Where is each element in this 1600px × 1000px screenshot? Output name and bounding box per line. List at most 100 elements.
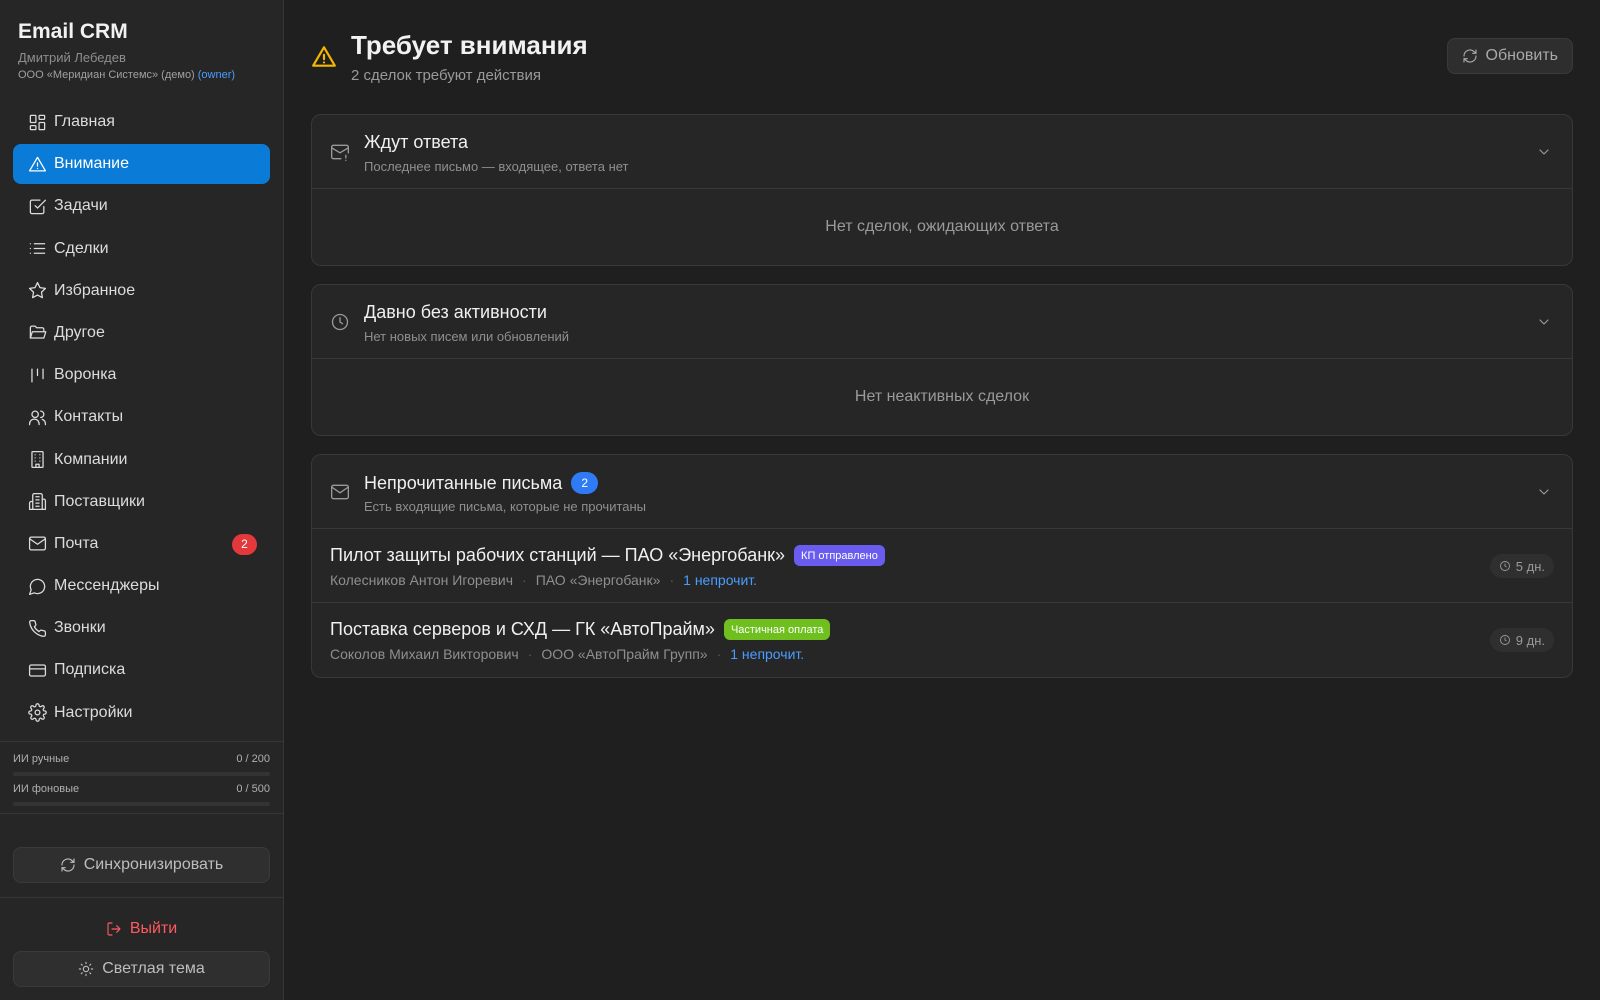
warning-icon [27, 154, 47, 174]
refresh-icon [61, 858, 75, 872]
quota-label: ИИ ручные [13, 753, 70, 765]
sidebar-nav: Главная Внимание Задачи Сделки Избранное… [13, 102, 270, 735]
sidebar-item-label: Компании [54, 450, 128, 468]
sidebar-divider [0, 813, 284, 814]
warning-icon [311, 44, 337, 70]
sidebar-item-attention[interactable]: Внимание [13, 144, 270, 185]
kanban-icon [27, 365, 47, 385]
chevron-down-icon[interactable] [1536, 484, 1552, 500]
section-inactive: Давно без активности Нет новых писем или… [311, 284, 1573, 436]
separator-dot: · [716, 646, 722, 662]
deal-row[interactable]: Пилот защиты рабочих станций — ПАО «Энер… [312, 529, 1572, 603]
sidebar-item-contacts[interactable]: Контакты [13, 397, 270, 437]
clock-icon [330, 312, 350, 332]
brand: Email CRM Дмитрий Лебедев ООО «Меридиан … [18, 20, 235, 81]
role-label: (owner) [197, 69, 236, 81]
deal-title: Поставка серверов и СХД — ГК «АвтоПрайм»… [330, 619, 831, 640]
section-unread: Непрочитанные письма 2 Есть входящие пись… [311, 454, 1573, 678]
section-title-label: Непрочитанные письма [364, 472, 563, 493]
sidebar-item-suppliers[interactable]: Поставщики [13, 482, 270, 522]
page-title: Требует внимания [351, 30, 588, 60]
deal-contact: Соколов Михаил Викторович [330, 646, 519, 662]
logout-button[interactable]: Выйти [13, 916, 270, 942]
sidebar-item-label: Контакты [54, 408, 124, 426]
deal-title-label: Пилот защиты рабочих станций — ПАО «Энер… [330, 545, 786, 565]
factory-icon [27, 492, 47, 512]
sidebar-item-home[interactable]: Главная [13, 102, 270, 142]
quota-value: 0 / 200 [236, 753, 270, 765]
sidebar-item-funnel[interactable]: Воронка [13, 355, 270, 395]
card-icon [27, 660, 47, 680]
sidebar-item-calls[interactable]: Звонки [13, 608, 270, 648]
section-header[interactable]: Давно без активности Нет новых писем или… [312, 285, 1572, 359]
sidebar-item-mail[interactable]: Почта 2 [13, 524, 270, 564]
sidebar-item-subscription[interactable]: Подписка [13, 650, 270, 690]
chevron-down-icon[interactable] [1536, 314, 1552, 330]
deal-status-tag: Частичная оплата [723, 619, 831, 640]
sidebar-item-label: Поставщики [54, 492, 145, 510]
quota-ai-manual: ИИ ручные 0 / 200 [13, 753, 270, 776]
sync-button[interactable]: Синхронизировать [13, 847, 270, 883]
refresh-button[interactable]: Обновить [1446, 38, 1573, 74]
clock-icon [1499, 561, 1510, 571]
empty-state: Нет сделок, ожидающих ответа [825, 218, 1059, 235]
section-header[interactable]: Непрочитанные письма 2 Есть входящие пись… [312, 455, 1572, 529]
separator-dot: · [527, 646, 533, 662]
sidebar-item-label: Мессенджеры [54, 577, 160, 595]
separator-dot: · [669, 572, 675, 588]
separator-dot: · [522, 572, 527, 588]
deal-company: ПАО «Энергобанк» [535, 572, 661, 588]
quota-progress [13, 772, 270, 776]
deal-contact: Колесников Антон Игоревич [330, 572, 514, 588]
sidebar-item-label: Почта [54, 534, 99, 552]
sidebar-item-messengers[interactable]: Мессенджеры [13, 566, 270, 606]
sidebar-item-tasks[interactable]: Задачи [13, 186, 270, 226]
deal-age-label: 9 дн. [1515, 632, 1545, 648]
folder-icon [27, 323, 47, 343]
sidebar-item-label: Избранное [54, 281, 136, 299]
logout-label: Выйти [129, 920, 178, 937]
deal-title-label: Поставка серверов и СХД — ГК «АвтоПрайм» [330, 619, 715, 639]
theme-toggle-button[interactable]: Светлая тема [13, 951, 270, 987]
deal-row[interactable]: Поставка серверов и СХД — ГК «АвтоПрайм»… [312, 603, 1572, 677]
sidebar-item-label: Воронка [54, 366, 117, 384]
count-badge: 2 [571, 472, 599, 494]
theme-toggle-label: Светлая тема [102, 960, 205, 977]
sidebar-item-companies[interactable]: Компании [13, 440, 270, 480]
sidebar-item-favorites[interactable]: Избранное [13, 271, 270, 311]
empty-state: Нет неактивных сделок [854, 388, 1030, 405]
gear-icon [27, 703, 47, 723]
sidebar-item-label: Звонки [54, 619, 106, 637]
chat-icon [27, 576, 47, 596]
refresh-button-label: Обновить [1485, 47, 1558, 64]
deal-meta: Соколов Михаил Викторович · ООО «АвтоПра… [330, 646, 804, 662]
section-description: Нет новых писем или обновлений [364, 329, 570, 344]
sidebar: Email CRM Дмитрий Лебедев ООО «Меридиан … [0, 0, 284, 1000]
refresh-icon [1462, 49, 1477, 63]
sidebar-item-label: Подписка [54, 661, 126, 679]
user-name: Дмитрий Лебедев [18, 50, 126, 65]
grid-icon [27, 112, 47, 132]
section-title: Непрочитанные письма 2 [364, 472, 599, 494]
deal-age: 9 дн. [1489, 628, 1554, 652]
sidebar-item-deals[interactable]: Сделки [13, 229, 270, 269]
chevron-down-icon[interactable] [1536, 144, 1552, 160]
quota-progress [13, 802, 270, 806]
section-title: Давно без активности [364, 302, 547, 323]
page-header: Требует внимания 2 сделок требуют действ… [311, 0, 1573, 110]
sidebar-item-other[interactable]: Другое [13, 313, 270, 353]
mail-icon [330, 482, 350, 502]
app-title: Email CRM [18, 20, 128, 43]
section-header[interactable]: Ждут ответа Последнее письмо — входящее,… [312, 115, 1572, 189]
quota-value: 0 / 500 [236, 783, 270, 795]
sidebar-item-settings[interactable]: Настройки [13, 693, 270, 733]
deal-age-label: 5 дн. [1515, 558, 1545, 574]
section-title-label: Давно без активности [364, 302, 547, 322]
phone-icon [27, 618, 47, 638]
sidebar-item-label: Внимание [54, 155, 130, 173]
org-name: ООО «Меридиан Системс» (демо) (owner) [18, 69, 235, 81]
checkbox-icon [27, 196, 47, 216]
section-awaiting-reply: Ждут ответа Последнее письмо — входящее,… [311, 114, 1573, 266]
deal-age: 5 дн. [1489, 554, 1554, 578]
deal-unread-count: 1 непрочит. [683, 572, 758, 588]
